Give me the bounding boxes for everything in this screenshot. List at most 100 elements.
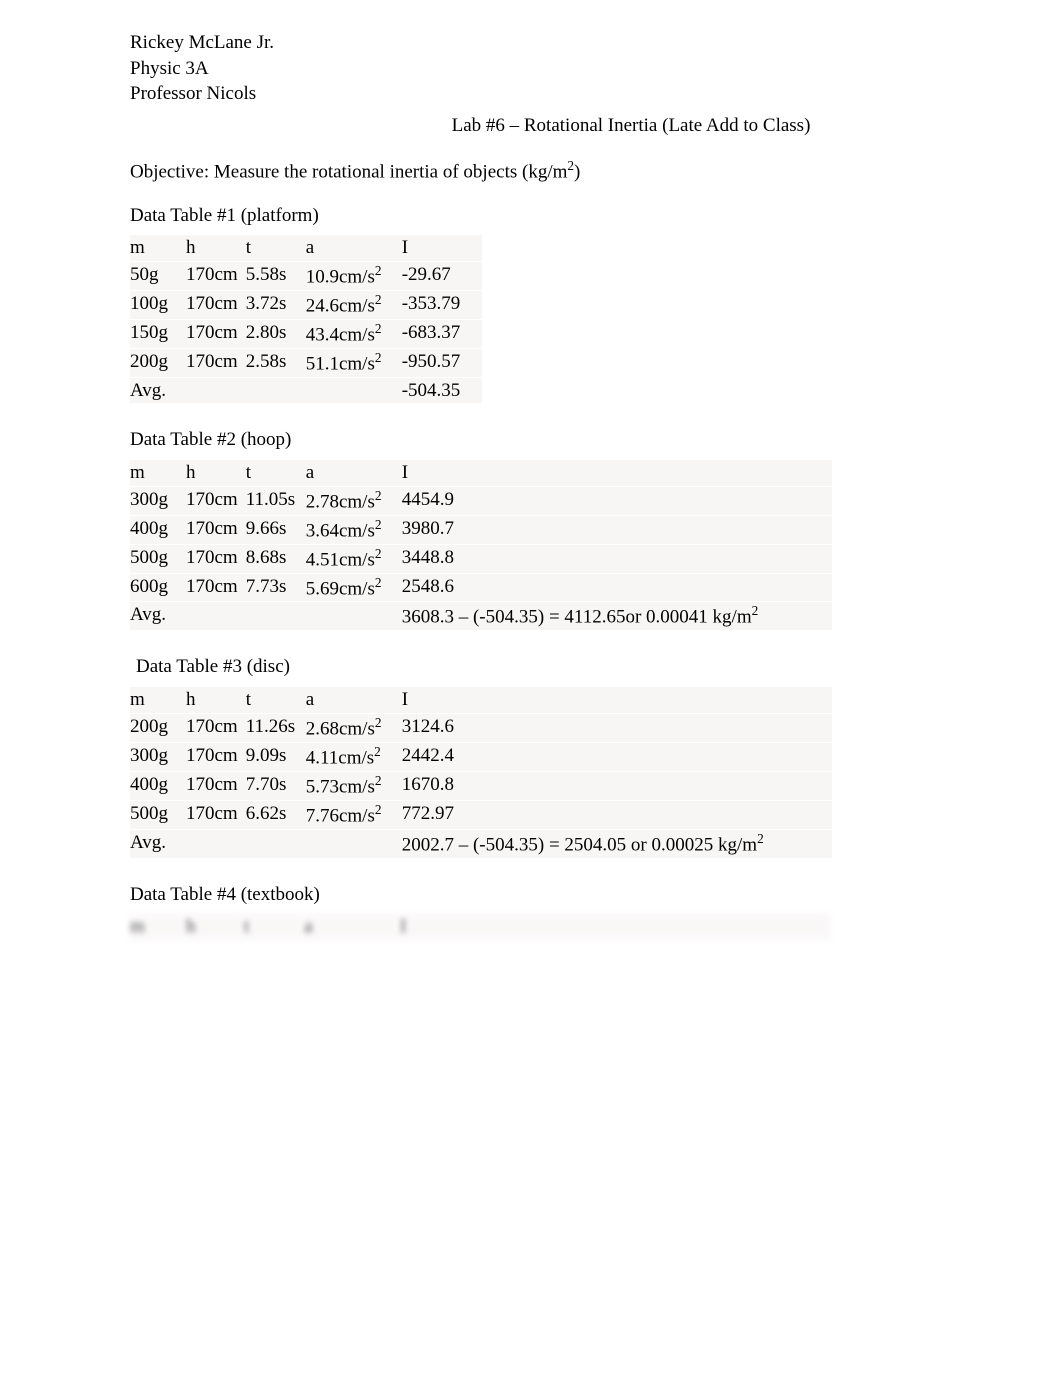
- course-name: Physic 3A: [130, 56, 932, 82]
- table-row: 200g 170cm 11.26s 2.68cm/s2 3124.6: [130, 713, 832, 742]
- cell-I: 2442.4: [402, 742, 832, 771]
- cell-m: 200g: [130, 713, 186, 742]
- col-h: h: [186, 459, 246, 486]
- professor-name: Professor Nicols: [130, 81, 932, 107]
- cell-a: 4.11cm/s2: [306, 742, 402, 771]
- avg-I: 3608.3 – (-504.35) = 4112.65or 0.00041 k…: [402, 602, 832, 630]
- cell-a: 24.6cm/s2: [306, 290, 402, 319]
- cell-I: 4454.9: [402, 486, 832, 515]
- cell-h: 170cm: [186, 713, 246, 742]
- table-row: 400g 170cm 9.66s 3.64cm/s2 3980.7: [130, 515, 832, 544]
- col-t: t: [246, 235, 306, 262]
- cell-I: 2548.6: [402, 573, 832, 602]
- cell-h: 170cm: [186, 319, 246, 348]
- table-header-row: m h t a I: [130, 687, 832, 714]
- col-I: I: [402, 687, 832, 714]
- col-a: a: [306, 459, 402, 486]
- cell-m: 300g: [130, 486, 186, 515]
- col-h: h: [186, 914, 244, 940]
- col-I: I: [402, 459, 832, 486]
- cell-h: 170cm: [186, 544, 246, 573]
- data-table-3: m h t a I 200g 170cm 11.26s 2.68cm/s2 31…: [130, 686, 832, 857]
- col-h: h: [186, 235, 246, 262]
- col-I: I: [402, 235, 482, 262]
- col-m: m: [130, 235, 186, 262]
- data-table-4: m h t a I: [130, 913, 830, 940]
- table-header-row: m h t a I: [130, 459, 832, 486]
- cell-t: 9.66s: [246, 515, 306, 544]
- cell-I: -950.57: [402, 348, 482, 377]
- avg-label: Avg.: [130, 377, 186, 403]
- table-row: 500g 170cm 8.68s 4.51cm/s2 3448.8: [130, 544, 832, 573]
- avg-I: -504.35: [402, 377, 482, 403]
- table-avg-row: Avg. 3608.3 – (-504.35) = 4112.65or 0.00…: [130, 602, 832, 630]
- table-avg-row: Avg. 2002.7 – (-504.35) = 2504.05 or 0.0…: [130, 829, 832, 857]
- cell-I: -29.67: [402, 261, 482, 290]
- author-name: Rickey McLane Jr.: [130, 30, 932, 56]
- avg-label: Avg.: [130, 829, 186, 857]
- cell-t: 3.72s: [246, 290, 306, 319]
- cell-m: 400g: [130, 771, 186, 800]
- cell-h: 170cm: [186, 515, 246, 544]
- cell-a: 10.9cm/s2: [306, 261, 402, 290]
- col-t: t: [246, 459, 306, 486]
- cell-h: 170cm: [186, 261, 246, 290]
- cell-m: 100g: [130, 290, 186, 319]
- cell-a: 5.69cm/s2: [306, 573, 402, 602]
- cell-h: 170cm: [186, 742, 246, 771]
- table-header-row: m h t a I: [130, 235, 482, 262]
- cell-m: 600g: [130, 573, 186, 602]
- cell-h: 170cm: [186, 573, 246, 602]
- data-table-2: m h t a I 300g 170cm 11.05s 2.78cm/s2 44…: [130, 459, 832, 630]
- table-row: 150g 170cm 2.80s 43.4cm/s2 -683.37: [130, 319, 482, 348]
- table-row: 300g 170cm 11.05s 2.78cm/s2 4454.9: [130, 486, 832, 515]
- objective-prefix: Objective: Measure the rotational inerti…: [130, 161, 567, 182]
- avg-label: Avg.: [130, 602, 186, 630]
- cell-a: 7.76cm/s2: [306, 800, 402, 829]
- objective-suffix: ): [574, 161, 580, 182]
- col-m: m: [130, 459, 186, 486]
- cell-t: 2.58s: [246, 348, 306, 377]
- table1-label: Data Table #1 (platform): [130, 203, 932, 229]
- lab-title: Lab #6 – Rotational Inertia (Late Add to…: [130, 113, 932, 139]
- objective-text: Objective: Measure the rotational inerti…: [130, 157, 932, 185]
- table3-label: Data Table #3 (disc): [130, 654, 932, 680]
- table-row: 500g 170cm 6.62s 7.76cm/s2 772.97: [130, 800, 832, 829]
- cell-t: 8.68s: [246, 544, 306, 573]
- cell-t: 11.26s: [246, 713, 306, 742]
- cell-I: 3448.8: [402, 544, 832, 573]
- cell-a: 3.64cm/s2: [306, 515, 402, 544]
- table-row: 400g 170cm 7.70s 5.73cm/s2 1670.8: [130, 771, 832, 800]
- cell-t: 7.73s: [246, 573, 306, 602]
- table-header-row: m h t a I: [130, 914, 830, 940]
- col-a: a: [306, 235, 402, 262]
- table-row: 600g 170cm 7.73s 5.69cm/s2 2548.6: [130, 573, 832, 602]
- cell-a: 43.4cm/s2: [306, 319, 402, 348]
- col-m: m: [130, 687, 186, 714]
- cell-t: 11.05s: [246, 486, 306, 515]
- cell-m: 500g: [130, 544, 186, 573]
- table-avg-row: Avg. -504.35: [130, 377, 482, 403]
- cell-t: 9.09s: [246, 742, 306, 771]
- cell-t: 7.70s: [246, 771, 306, 800]
- cell-m: 150g: [130, 319, 186, 348]
- col-m: m: [130, 914, 186, 940]
- col-a: a: [306, 687, 402, 714]
- cell-m: 400g: [130, 515, 186, 544]
- cell-a: 51.1cm/s2: [306, 348, 402, 377]
- data-table-1: m h t a I 50g 170cm 5.58s 10.9cm/s2 -29.…: [130, 234, 482, 403]
- cell-h: 170cm: [186, 800, 246, 829]
- cell-h: 170cm: [186, 771, 246, 800]
- cell-t: 5.58s: [246, 261, 306, 290]
- cell-I: 1670.8: [402, 771, 832, 800]
- table-row: 300g 170cm 9.09s 4.11cm/s2 2442.4: [130, 742, 832, 771]
- cell-t: 6.62s: [246, 800, 306, 829]
- col-h: h: [186, 687, 246, 714]
- cell-a: 5.73cm/s2: [306, 771, 402, 800]
- cell-t: 2.80s: [246, 319, 306, 348]
- cell-m: 500g: [130, 800, 186, 829]
- col-I: I: [400, 914, 830, 940]
- table2-label: Data Table #2 (hoop): [130, 427, 932, 453]
- table-row: 50g 170cm 5.58s 10.9cm/s2 -29.67: [130, 261, 482, 290]
- col-t: t: [244, 914, 304, 940]
